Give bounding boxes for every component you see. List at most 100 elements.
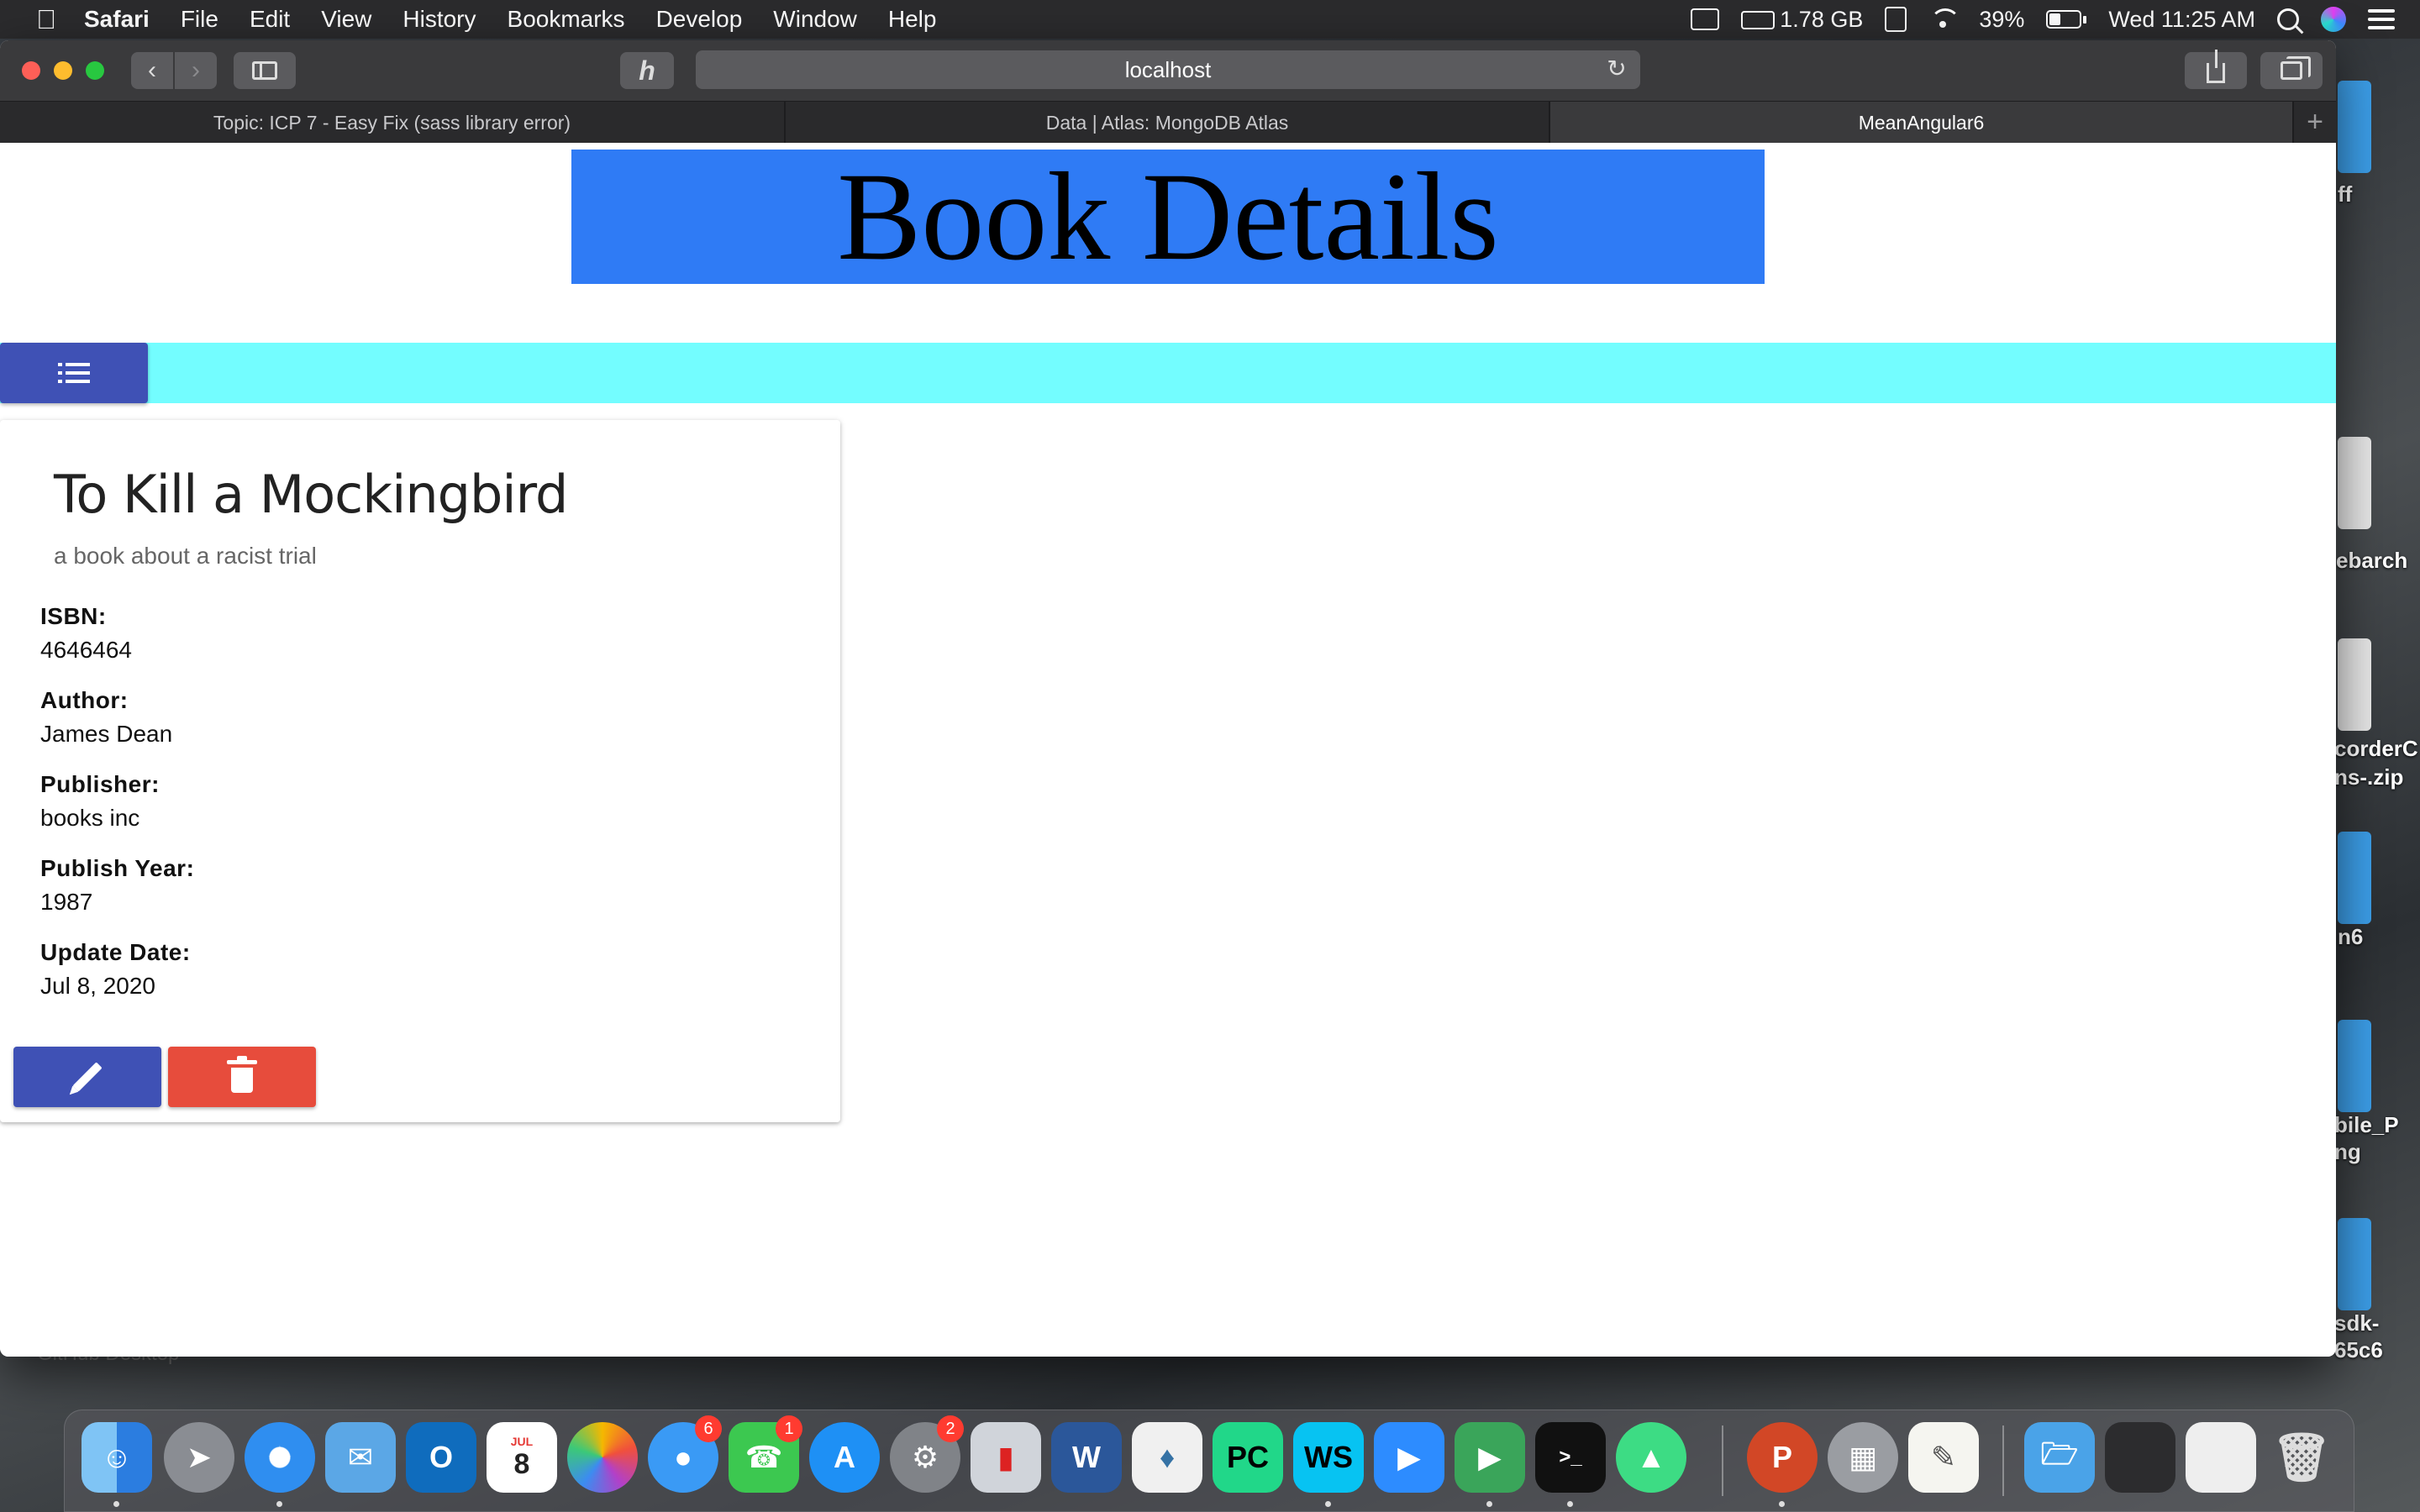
sidebar-toggle-button[interactable] <box>234 52 296 89</box>
system-preferences-badge: 2 <box>937 1415 964 1442</box>
recent-window-icon[interactable] <box>2105 1422 2175 1493</box>
calendar-icon[interactable]: JUL 8 <box>487 1422 557 1493</box>
launchpad-icon[interactable]: ➤ <box>164 1422 234 1493</box>
textedit-icon[interactable]: ✎ <box>1908 1422 1979 1493</box>
desktop-folder-icon[interactable] <box>2338 1218 2371 1310</box>
desktop-label[interactable]: bile_P <box>2334 1112 2399 1138</box>
facetime-badge: 1 <box>776 1415 802 1442</box>
desktop-label[interactable]: ff <box>2338 181 2352 207</box>
tabs-overview-icon <box>2281 56 2311 80</box>
menu-edit[interactable]: Edit <box>250 6 290 33</box>
menu-history[interactable]: History <box>402 6 476 33</box>
desktop-file-icon[interactable] <box>2338 437 2371 529</box>
pycharm-icon[interactable]: PC <box>1213 1422 1283 1493</box>
finder-icon[interactable]: ☺ <box>82 1422 152 1493</box>
desktop-label[interactable]: ns-.zip <box>2334 764 2403 790</box>
outlook-icon[interactable]: O <box>406 1422 476 1493</box>
webstorm-icon[interactable]: WS <box>1293 1422 1364 1493</box>
honey-extension-icon: h <box>639 55 655 86</box>
app-store-icon[interactable]: A <box>809 1422 880 1493</box>
menu-develop[interactable]: Develop <box>656 6 743 33</box>
battery-icon[interactable] <box>2046 10 2087 29</box>
book-title: To Kill a Mockingbird <box>54 464 568 525</box>
delete-book-button[interactable] <box>168 1047 316 1107</box>
tab-icp7[interactable]: Topic: ICP 7 - Easy Fix (sass library er… <box>0 102 786 144</box>
siri-icon[interactable] <box>2321 7 2346 32</box>
new-tab-button[interactable]: + <box>2294 102 2336 143</box>
downloads-folder-icon[interactable]: 🗁 <box>2024 1422 2095 1493</box>
share-button[interactable] <box>2185 50 2247 89</box>
system-preferences-icon[interactable]: ⚙ 2 <box>890 1415 964 1493</box>
tab-bar: Topic: ICP 7 - Easy Fix (sass library er… <box>0 101 2336 144</box>
mail-icon[interactable]: ✉ <box>325 1422 396 1493</box>
field-label: Author: <box>40 687 129 713</box>
desktop-label[interactable]: corderC <box>2334 736 2418 762</box>
zoom-icon[interactable]: ▶ <box>1374 1422 1444 1493</box>
field-label: Update Date: <box>40 939 191 965</box>
desktop-folder-icon[interactable] <box>2338 1020 2371 1112</box>
menu-app-name[interactable]: Safari <box>84 6 150 33</box>
memory-status[interactable]: 1.78 GB <box>1741 7 1863 33</box>
window-controls <box>22 61 104 80</box>
tab-meanangular6[interactable]: MeanAngular6 <box>1550 102 2294 144</box>
desktop-label[interactable]: sdk- <box>2334 1310 2379 1336</box>
terminal-icon[interactable]: >_ <box>1535 1422 1606 1493</box>
page-title: Book Details <box>837 147 1499 286</box>
memory-icon <box>1741 11 1776 30</box>
fullscreen-window-icon[interactable] <box>86 61 104 80</box>
back-button[interactable]: ‹ <box>131 52 173 89</box>
trash-icon <box>227 1056 257 1093</box>
powerpoint-icon[interactable]: P <box>1747 1422 1818 1493</box>
python-launcher-icon[interactable]: ♦ <box>1132 1422 1202 1493</box>
recent-document-icon[interactable] <box>2186 1422 2256 1493</box>
desktop-label[interactable]: ebarch <box>2336 548 2407 574</box>
forward-button[interactable]: › <box>175 52 217 89</box>
battery-percent: 39% <box>1979 6 2025 32</box>
desktop-file-icon[interactable] <box>2338 638 2371 731</box>
extension-button[interactable]: h <box>620 52 674 89</box>
facetime-icon[interactable]: ☎ 1 <box>729 1415 802 1493</box>
menu-view[interactable]: View <box>321 6 371 33</box>
notification-center-icon[interactable] <box>2368 9 2395 29</box>
field-value: Jul 8, 2020 <box>40 973 155 999</box>
sidebar-icon <box>252 61 277 80</box>
field-update-date: Update Date: Jul 8, 2020 <box>40 939 191 1000</box>
reload-icon[interactable]: ↻ <box>1605 57 1628 81</box>
memory-monitor-icon[interactable]: ▦ <box>1828 1422 1898 1493</box>
media-player-icon[interactable]: ▶ <box>1455 1422 1525 1493</box>
running-indicator <box>1567 1501 1573 1507</box>
tab-mongodb-atlas[interactable]: Data | Atlas: MongoDB Atlas <box>786 102 1550 144</box>
time-machine-icon[interactable] <box>1885 7 1907 32</box>
running-indicator <box>1486 1501 1492 1507</box>
photos-icon[interactable] <box>567 1422 638 1493</box>
word-icon[interactable]: W <box>1051 1422 1122 1493</box>
menu-file[interactable]: File <box>181 6 218 33</box>
trash-icon[interactable]: 🗑 <box>2266 1422 2337 1493</box>
desktop-file-icon[interactable] <box>2338 81 2371 173</box>
dock-separator <box>2002 1425 2004 1496</box>
screen-record-icon[interactable] <box>1691 8 1720 30</box>
desktop-folder-icon[interactable] <box>2338 832 2371 924</box>
apple-menu-icon[interactable]:  <box>34 4 59 35</box>
parallels-icon[interactable]: ▮ <box>971 1422 1041 1493</box>
close-window-icon[interactable] <box>22 61 40 80</box>
desktop-label[interactable]: ng <box>2334 1139 2361 1165</box>
edit-book-button[interactable] <box>13 1047 161 1107</box>
android-studio-icon[interactable]: ▲ <box>1616 1422 1686 1493</box>
show-tabs-button[interactable] <box>2260 52 2323 89</box>
book-list-button[interactable] <box>0 343 148 403</box>
field-value: James Dean <box>40 721 173 747</box>
desktop-label[interactable]: n6 <box>2338 924 2363 950</box>
wifi-icon[interactable] <box>1928 8 1961 30</box>
menu-bookmarks[interactable]: Bookmarks <box>508 6 625 33</box>
menu-clock[interactable]: Wed 11:25 AM <box>2108 7 2255 33</box>
safari-icon[interactable]: ✦ <box>245 1422 315 1493</box>
desktop-label[interactable]: 65c6 <box>2334 1337 2383 1363</box>
menu-window[interactable]: Window <box>773 6 857 33</box>
messages-icon[interactable]: ● 6 <box>648 1415 722 1493</box>
menu-help[interactable]: Help <box>888 6 937 33</box>
address-bar[interactable]: localhost ↻ <box>696 50 1640 89</box>
minimize-window-icon[interactable] <box>54 61 72 80</box>
tab-title: Data | Atlas: MongoDB Atlas <box>1045 111 1289 134</box>
spotlight-search-icon[interactable] <box>2277 8 2299 30</box>
